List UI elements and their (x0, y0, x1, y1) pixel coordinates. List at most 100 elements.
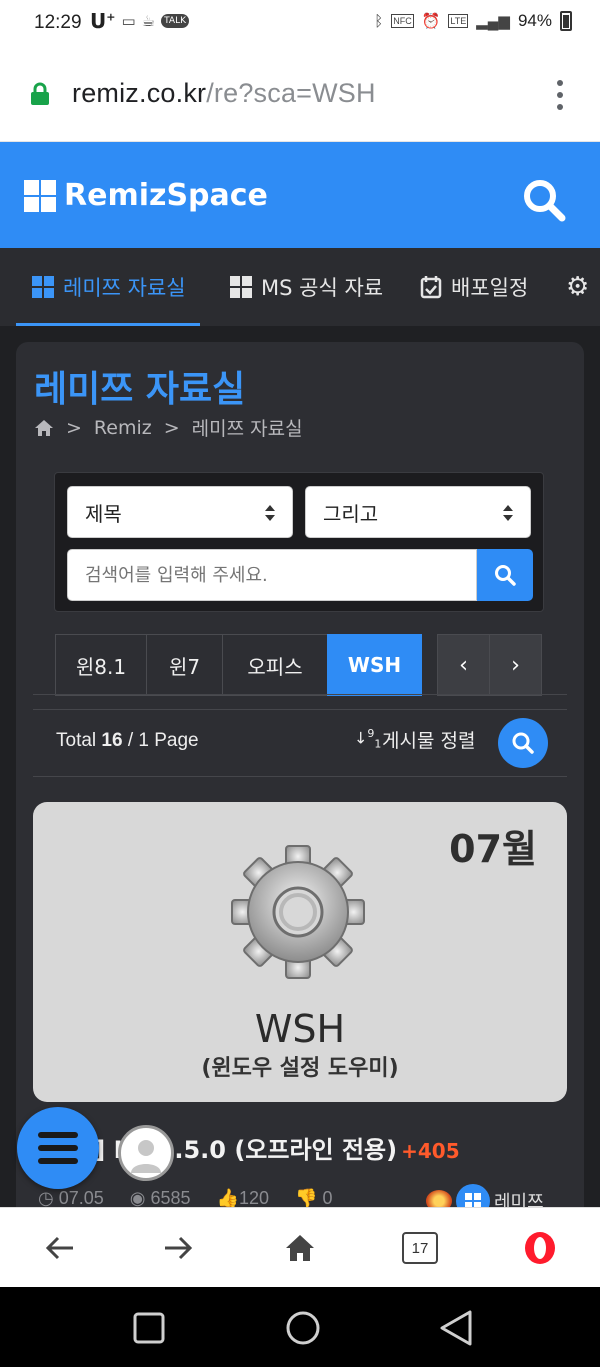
select-value: 그리고 (323, 501, 379, 526)
category-win7[interactable]: 윈7 (146, 634, 223, 696)
hamburger-line (38, 1158, 78, 1164)
nfc-icon: NFC (391, 14, 414, 28)
post-thumbnail[interactable]: 07월 WSH (윈도우 설정 도우미) (33, 802, 567, 1102)
calendar-check-icon (420, 276, 442, 299)
thumb-title: WSH (254, 1007, 346, 1051)
search-form: 제목 그리고 (54, 472, 544, 612)
total-label: Total (56, 730, 97, 751)
search-field-select[interactable]: 제목 (67, 486, 293, 538)
clock-icon: ◷ (38, 1188, 54, 1208)
tab-remiz-archive[interactable]: 레미쯔 자료실 (16, 248, 200, 326)
home-icon[interactable] (34, 419, 54, 437)
list-search-button[interactable] (498, 718, 548, 768)
select-arrows-icon (503, 505, 513, 521)
search-submit-button[interactable] (477, 549, 533, 601)
status-bar: 12:29 U+ ▭ ☕ TALK ᛒ NFC ⏰ LTE ▂▄▆ 94% (0, 0, 600, 50)
user-avatar-icon (131, 1140, 161, 1173)
site-logo[interactable]: RemizSpace (24, 178, 268, 213)
breadcrumb-separator: > (66, 416, 82, 439)
gear-icon (231, 845, 365, 979)
search-input[interactable] (67, 549, 477, 601)
home-icon (286, 1235, 314, 1261)
likes-value: 120 (238, 1188, 270, 1208)
select-arrows-icon (265, 505, 275, 521)
comment-count: +405 (401, 1139, 460, 1163)
tab-label: 배포일정 (451, 276, 529, 300)
status-right-icons: ᛒ NFC ⏰ LTE ▂▄▆ 94% (374, 11, 572, 31)
system-nav-bar (0, 1287, 600, 1367)
recent-apps-button[interactable] (132, 1311, 166, 1345)
sort-label: 게시물 정렬 (382, 730, 476, 752)
total-value: 16 (101, 730, 123, 751)
thumb-subtitle: (윈도우 설정 도우미) (201, 1056, 399, 1081)
views-value: 6585 (150, 1188, 191, 1208)
sort-button[interactable]: ↓91 게시물 정렬 (354, 726, 475, 753)
tab-release-schedule[interactable]: 배포일정 (420, 248, 528, 326)
breadcrumb: > Remiz > 레미쯔 자료실 (34, 414, 303, 441)
url-host: remiz.co.kr (72, 78, 207, 108)
brand-name: RemizSpace (64, 178, 268, 213)
category-nav: 레미쯔 자료실 MS 공식 자료 배포일정 ⚙ (0, 248, 600, 326)
thumbs-down-icon: 👎 (295, 1188, 318, 1208)
url-text[interactable]: remiz.co.kr/re?sca=WSH (72, 78, 376, 109)
user-avatar-button[interactable] (118, 1125, 174, 1181)
category-win81[interactable]: 윈8.1 (55, 634, 147, 696)
total-count: Total 16 / 1 Page (56, 730, 199, 752)
post-dislikes: 👎 0 (295, 1188, 332, 1209)
forward-button[interactable] (156, 1226, 200, 1270)
category-pager: ‹ › (437, 634, 542, 696)
browser-toolbar: 17 (0, 1207, 600, 1287)
search-icon (495, 565, 516, 586)
thumb-month: 07월 (449, 827, 537, 871)
breadcrumb-separator: > (163, 416, 180, 439)
menu-fab-button[interactable] (17, 1107, 99, 1189)
system-home-button[interactable] (284, 1309, 322, 1347)
signal-icon: ▂▄▆ (476, 13, 510, 30)
talk-icon: TALK (161, 14, 189, 28)
battery-percent: 94% (517, 11, 552, 30)
lte-icon: LTE (448, 14, 469, 28)
tab-ms-official[interactable]: MS 공식 자료 (230, 248, 383, 326)
search-operator-select[interactable]: 그리고 (305, 486, 531, 538)
url-bar[interactable]: remiz.co.kr/re?sca=WSH (0, 50, 600, 142)
dislikes-value: 0 (322, 1188, 333, 1208)
breadcrumb-archive[interactable]: 레미쯔 자료실 (192, 414, 303, 441)
post-meta: ◷ 07.05 ◉ 6585 👍120 👎 0 (38, 1188, 332, 1209)
back-button[interactable] (38, 1226, 82, 1270)
search-icon (512, 732, 534, 754)
category-office[interactable]: 오피스 (222, 634, 328, 696)
opera-menu-button[interactable] (518, 1226, 562, 1270)
divider (33, 776, 567, 777)
prev-button[interactable]: ‹ (437, 634, 490, 696)
category-wsh[interactable]: WSH (327, 634, 422, 696)
tab-settings[interactable]: ⚙ (566, 248, 589, 326)
content-panel: 레미쯔 자료실 > Remiz > 레미쯔 자료실 제목 그리고 검색어를 입력… (16, 342, 584, 1242)
post-likes: 👍120 (217, 1188, 269, 1209)
arrow-right-icon (165, 1236, 193, 1260)
status-time: 12:29 (34, 12, 82, 33)
divider (33, 694, 567, 695)
hamburger-line (38, 1145, 78, 1151)
breadcrumb-remiz[interactable]: Remiz (94, 417, 152, 439)
home-button[interactable] (278, 1226, 322, 1270)
post-views: ◉ 6585 (130, 1188, 191, 1209)
date-value: 07.05 (58, 1188, 104, 1208)
eye-icon: ◉ (129, 1188, 146, 1208)
sort-numeric-icon: ↓91 (354, 727, 382, 751)
site-header: RemizSpace (0, 142, 600, 248)
tab-label: 레미쯔 자료실 (63, 276, 186, 300)
bluetooth-icon: ᛒ (374, 12, 384, 30)
system-back-button[interactable] (438, 1309, 474, 1347)
arrow-left-icon (45, 1236, 73, 1260)
battery-icon (560, 11, 572, 31)
next-button[interactable]: › (489, 634, 542, 696)
windows-icon (32, 276, 54, 298)
select-value: 제목 (85, 501, 122, 526)
tab-label: MS 공식 자료 (261, 276, 384, 300)
status-left-icons: U+ ▭ ☕ TALK (90, 9, 189, 33)
message-icon: ▭ (121, 12, 136, 30)
tabs-button[interactable]: 17 (398, 1226, 442, 1270)
windows-logo-icon (24, 179, 56, 212)
search-icon[interactable] (522, 178, 566, 222)
browser-menu-icon[interactable] (552, 80, 568, 110)
